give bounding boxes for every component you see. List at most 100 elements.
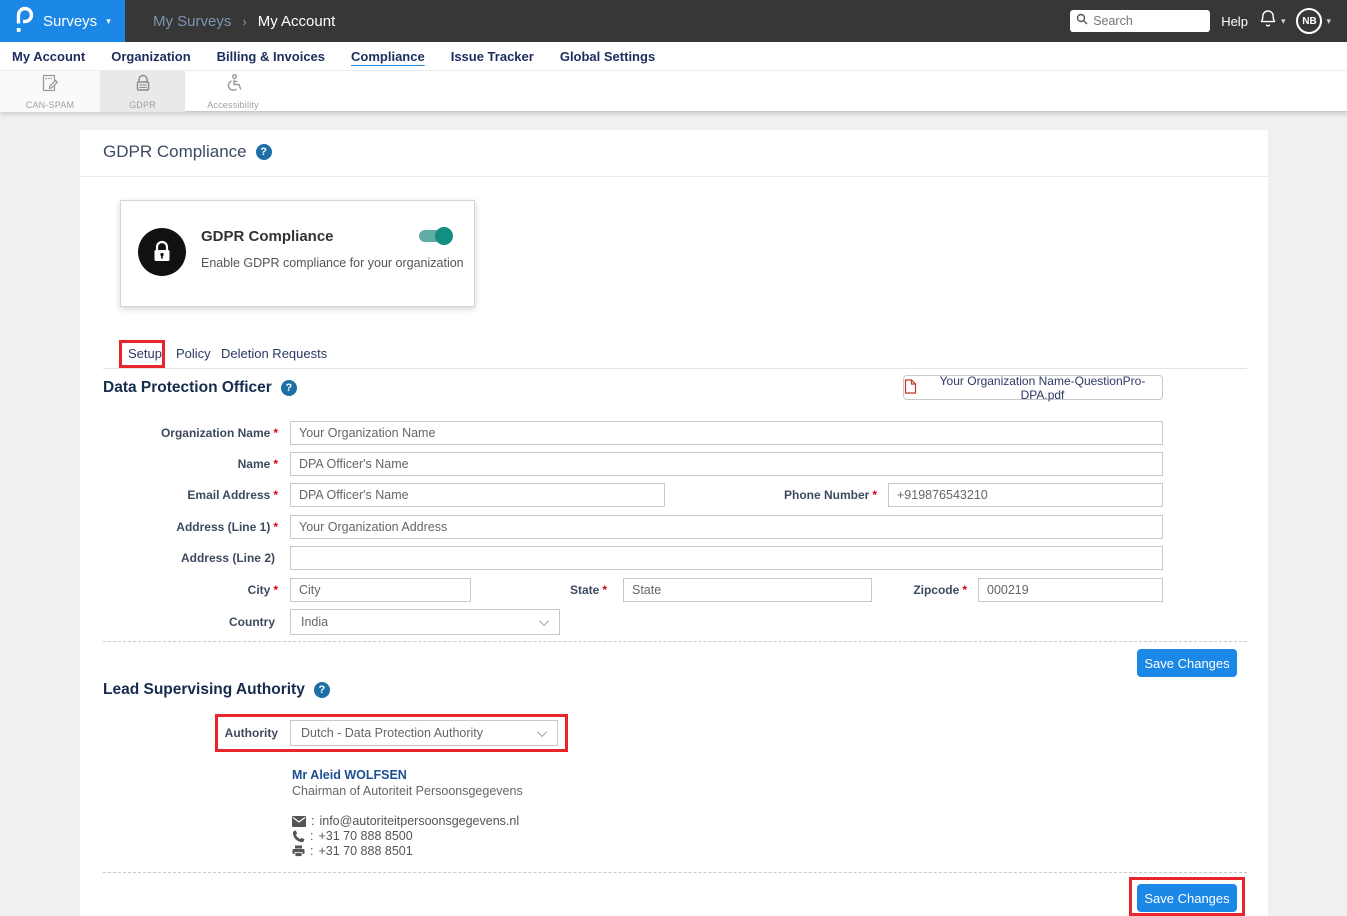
authority-fax-row: : +31 70 888 8501	[292, 844, 413, 858]
nav-item-my-account[interactable]: My Account	[12, 49, 85, 64]
phone-input[interactable]	[888, 483, 1163, 507]
lock-icon	[138, 228, 186, 276]
address2-input[interactable]	[290, 546, 1163, 570]
product-label: Surveys	[43, 13, 97, 30]
save-changes-button-lsa[interactable]: Save Changes	[1137, 884, 1237, 912]
bottom-dashed-divider	[103, 872, 1247, 873]
breadcrumb-my-surveys[interactable]: My Surveys	[153, 13, 231, 30]
notifications-menu[interactable]: ▾	[1259, 9, 1286, 34]
avatar: NB	[1296, 8, 1322, 34]
separator: :	[310, 844, 313, 858]
authority-value: Dutch - Data Protection Authority	[301, 726, 483, 740]
tabs-divider	[103, 368, 1247, 369]
phone-label: Phone Number*	[680, 483, 877, 507]
bell-icon	[1259, 9, 1277, 34]
name-label: Name*	[80, 452, 278, 476]
state-input[interactable]	[623, 578, 872, 602]
chevron-down-icon: ▾	[106, 17, 111, 26]
chevron-down-icon: ▾	[1281, 16, 1286, 27]
name-input[interactable]	[290, 452, 1163, 476]
phone-icon	[292, 830, 305, 843]
tab-accessibility[interactable]: Accessibility	[185, 71, 281, 112]
authority-contact-name: Mr Aleid WOLFSEN	[292, 768, 407, 782]
questionpro-logo-icon	[14, 5, 34, 38]
wheelchair-icon	[223, 73, 243, 98]
authority-phone: +31 70 888 8500	[318, 829, 412, 843]
toggle-knob	[435, 227, 453, 245]
email-input[interactable]	[290, 483, 665, 507]
nav-item-global-settings[interactable]: Global Settings	[560, 49, 655, 64]
section-heading: Lead Supervising Authority	[103, 681, 305, 699]
nav-item-organization[interactable]: Organization	[111, 49, 190, 64]
help-icon[interactable]: ?	[256, 144, 272, 160]
nav-item-compliance[interactable]: Compliance	[351, 49, 425, 64]
separator: :	[311, 814, 314, 828]
save-changes-button-dpo[interactable]: Save Changes	[1137, 649, 1237, 677]
gdpr-compliance-panel: GDPR Compliance ? GDPR Compliance Enable…	[80, 130, 1268, 916]
country-value: India	[301, 615, 328, 629]
breadcrumb-separator-icon: ›	[242, 14, 246, 29]
dpo-heading-row: Data Protection Officer ?	[103, 379, 297, 397]
authority-select[interactable]: Dutch - Data Protection Authority	[290, 720, 558, 746]
address1-input[interactable]	[290, 515, 1163, 539]
tab-label: GDPR	[129, 100, 156, 110]
padlock-icon	[133, 73, 153, 98]
org-name-input[interactable]	[290, 421, 1163, 445]
product-switcher[interactable]: Surveys ▾	[0, 0, 125, 42]
authority-email-row: : info@autoriteitpersoonsgegevens.nl	[292, 814, 519, 828]
chevron-down-icon	[537, 727, 547, 737]
search-box[interactable]	[1070, 10, 1210, 32]
email-label: Email Address*	[80, 483, 278, 507]
separator: :	[310, 829, 313, 843]
nav-item-billing-invoices[interactable]: Billing & Invoices	[217, 49, 325, 64]
account-nav: My Account Organization Billing & Invoic…	[0, 42, 1347, 71]
country-label: Country	[80, 609, 278, 635]
help-icon[interactable]: ?	[281, 380, 297, 396]
tab-label: Accessibility	[207, 100, 259, 110]
topbar: Surveys ▾ My Surveys › My Account Help ▾…	[0, 0, 1347, 42]
zipcode-label: Zipcode*	[870, 578, 967, 602]
topbar-right: Help ▾ NB ▾	[1070, 8, 1347, 34]
pdf-file-icon	[904, 379, 917, 397]
org-name-label: Organization Name*	[80, 421, 278, 445]
page-title: GDPR Compliance	[103, 142, 247, 162]
tab-deletion-requests[interactable]: Deletion Requests	[221, 346, 327, 361]
tab-can-spam[interactable]: CAN-SPAM	[0, 71, 100, 112]
chevron-down-icon: ▾	[1326, 16, 1331, 27]
section-heading: Data Protection Officer	[103, 379, 272, 397]
user-menu[interactable]: NB ▾	[1296, 8, 1331, 34]
tab-setup[interactable]: Setup	[128, 346, 162, 361]
help-icon[interactable]: ?	[314, 682, 330, 698]
country-select[interactable]: India	[290, 609, 560, 635]
address1-label: Address (Line 1)*	[80, 515, 278, 539]
gdpr-enable-card: GDPR Compliance Enable GDPR compliance f…	[120, 200, 475, 307]
tab-label: CAN-SPAM	[26, 100, 74, 110]
search-icon	[1076, 12, 1088, 30]
help-link[interactable]: Help	[1221, 14, 1248, 29]
address2-label: Address (Line 2)	[80, 546, 278, 570]
authority-email: info@autoriteitpersoonsgegevens.nl	[319, 814, 519, 828]
card-title: GDPR Compliance	[201, 228, 334, 245]
authority-label: Authority	[80, 720, 278, 746]
dpa-pdf-button[interactable]: Your Organization Name-QuestionPro-DPA.p…	[903, 375, 1163, 400]
nav-item-issue-tracker[interactable]: Issue Tracker	[451, 49, 534, 64]
city-input[interactable]	[290, 578, 471, 602]
compliance-subnav: CAN-SPAM GDPR Accessibility	[0, 71, 1347, 112]
zipcode-input[interactable]	[978, 578, 1163, 602]
section-dashed-divider	[103, 641, 1247, 642]
tab-gdpr[interactable]: GDPR	[100, 71, 185, 112]
search-input[interactable]	[1093, 14, 1204, 28]
envelope-icon	[292, 816, 306, 827]
fax-icon	[292, 845, 305, 857]
tab-policy[interactable]: Policy	[176, 346, 211, 361]
authority-contact-title: Chairman of Autoriteit Persoonsgegevens	[292, 784, 523, 798]
gdpr-toggle[interactable]	[419, 230, 449, 242]
authority-fax: +31 70 888 8501	[318, 844, 412, 858]
state-label: State*	[510, 578, 607, 602]
document-pencil-icon	[40, 73, 60, 98]
city-label: City*	[80, 578, 278, 602]
authority-phone-row: : +31 70 888 8500	[292, 829, 413, 843]
card-description: Enable GDPR compliance for your organiza…	[201, 256, 464, 270]
page-title-row: GDPR Compliance ?	[103, 142, 272, 162]
pdf-button-label: Your Organization Name-QuestionPro-DPA.p…	[923, 374, 1162, 402]
